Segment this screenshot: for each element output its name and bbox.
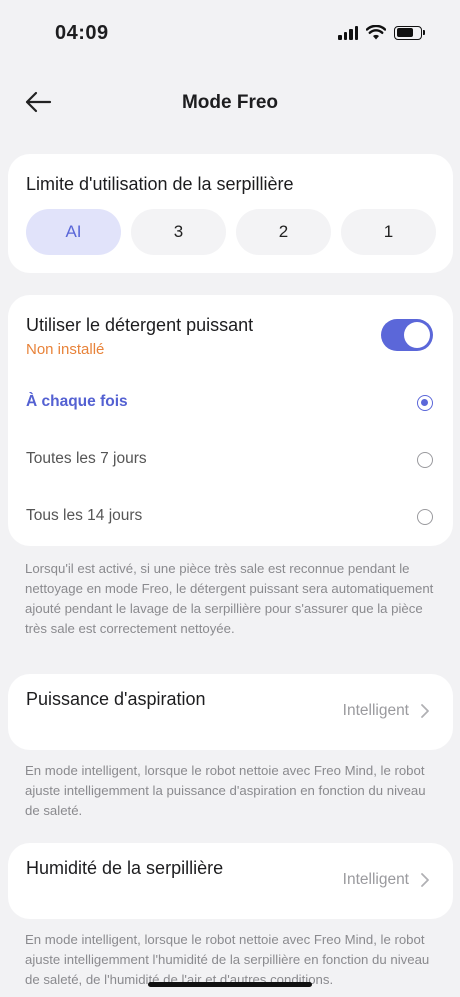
suction-description: En mode intelligent, lorsque le robot ne…	[25, 763, 426, 818]
frequency-option-14-days[interactable]: Tous les 14 jours	[8, 497, 453, 537]
detergent-status: Non installé	[26, 341, 105, 358]
frequency-label: Toutes les 7 jours	[26, 450, 147, 467]
status-bar: 04:09	[0, 0, 460, 70]
suction-power-label: Puissance d'aspiration	[26, 689, 206, 709]
mop-limit-option-2[interactable]: 2	[236, 209, 331, 255]
radio-unselected-icon	[417, 452, 433, 468]
frequency-option-7-days[interactable]: Toutes les 7 jours	[8, 440, 453, 480]
chevron-right-icon	[421, 704, 429, 718]
status-icons	[338, 25, 425, 40]
cellular-signal-icon	[338, 25, 358, 40]
suction-power-value: Intelligent	[342, 702, 409, 719]
chevron-right-icon	[421, 873, 429, 887]
mop-limit-card: Limite d'utilisation de la serpillière A…	[8, 154, 453, 273]
radio-selected-icon	[417, 395, 433, 411]
battery-icon	[394, 25, 425, 40]
radio-unselected-icon	[417, 509, 433, 525]
detergent-toggle[interactable]	[381, 319, 433, 351]
nav-bar: Mode Freo	[0, 80, 460, 126]
wifi-icon	[366, 25, 386, 40]
status-time: 04:09	[55, 22, 109, 44]
mop-limit-title: Limite d'utilisation de la serpillière	[26, 174, 294, 194]
detergent-card: Utiliser le détergent puissant Non insta…	[8, 295, 453, 546]
toggle-knob	[404, 322, 430, 348]
frequency-option-every-time[interactable]: À chaque fois	[8, 383, 453, 423]
frequency-label: Tous les 14 jours	[26, 507, 143, 524]
detergent-title: Utiliser le détergent puissant	[26, 315, 254, 335]
mop-limit-option-ai[interactable]: AI	[26, 209, 121, 255]
home-indicator[interactable]	[148, 982, 312, 987]
page-title: Mode Freo	[181, 92, 279, 113]
mop-humidity-value: Intelligent	[342, 871, 409, 888]
detergent-description: Lorsqu'il est activé, si une pièce très …	[25, 561, 434, 636]
mop-humidity-label: Humidité de la serpillière	[26, 858, 224, 878]
mop-limit-option-1[interactable]: 1	[341, 209, 436, 255]
mop-limit-selector: AI 3 2 1	[26, 209, 436, 255]
humidity-description: En mode intelligent, lorsque le robot ne…	[25, 932, 430, 987]
mop-limit-option-3[interactable]: 3	[131, 209, 226, 255]
mop-humidity-row[interactable]: Humidité de la serpillière Intelligent	[8, 843, 453, 919]
suction-power-row[interactable]: Puissance d'aspiration Intelligent	[8, 674, 453, 750]
frequency-label: À chaque fois	[26, 393, 128, 410]
